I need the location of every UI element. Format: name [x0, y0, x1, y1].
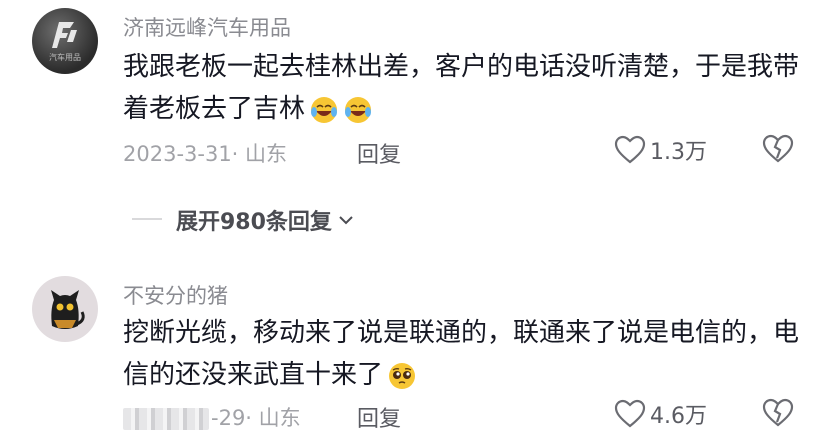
reply-button[interactable]: 回复: [357, 401, 401, 433]
heart-icon: [614, 135, 646, 164]
reply-button[interactable]: 回复: [357, 137, 401, 169]
laughing-crying-emoji-icon: [311, 96, 338, 123]
comment-text: 我跟老板一起去桂林出差，客户的电话没听清楚，于是我带着老板去了吉林: [123, 46, 803, 130]
username[interactable]: 济南远峰汽车用品: [123, 12, 291, 42]
like-button[interactable]: 4.6万: [614, 398, 707, 430]
pleading-face-emoji-icon: [389, 362, 416, 389]
comment-meta-text: -29· 山东: [211, 406, 301, 430]
comment-text: 挖断光缆，移动来了说是联通的，联通来了说是电信的，电信的还没来武直十来了: [123, 312, 803, 396]
avatar[interactable]: 汽车用品: [32, 8, 98, 74]
comment-text-body: 挖断光缆，移动来了说是联通的，联通来了说是电信的，电信的还没来武直十来了: [123, 318, 800, 390]
username[interactable]: 不安分的猪: [123, 280, 228, 310]
comment-text-body: 我跟老板一起去桂林出差，客户的电话没听清楚，于是我带着老板去了吉林: [123, 52, 800, 124]
expand-replies-label: 展开980条回复: [176, 210, 332, 235]
expand-replies-button[interactable]: 展开980条回复: [176, 204, 356, 236]
avatar-logo-icon: 汽车用品: [49, 22, 81, 62]
black-cat-icon: [51, 290, 85, 329]
avatar-logo-text: 汽车用品: [49, 52, 81, 62]
like-count: 4.6万: [650, 404, 707, 429]
chevron-down-icon: [339, 216, 353, 225]
redacted-date: [123, 408, 209, 430]
comment-meta: -29· 山东: [123, 402, 301, 432]
broken-heart-icon[interactable]: [762, 134, 794, 164]
expand-divider: [132, 218, 162, 220]
laughing-crying-emoji-icon: [345, 96, 372, 123]
comment-meta: 2023-3-31· 山东: [123, 142, 288, 166]
avatar[interactable]: [32, 276, 98, 342]
heart-icon: [614, 399, 646, 428]
like-count: 1.3万: [650, 140, 707, 165]
like-button[interactable]: 1.3万: [614, 134, 707, 166]
broken-heart-icon[interactable]: [762, 398, 794, 428]
